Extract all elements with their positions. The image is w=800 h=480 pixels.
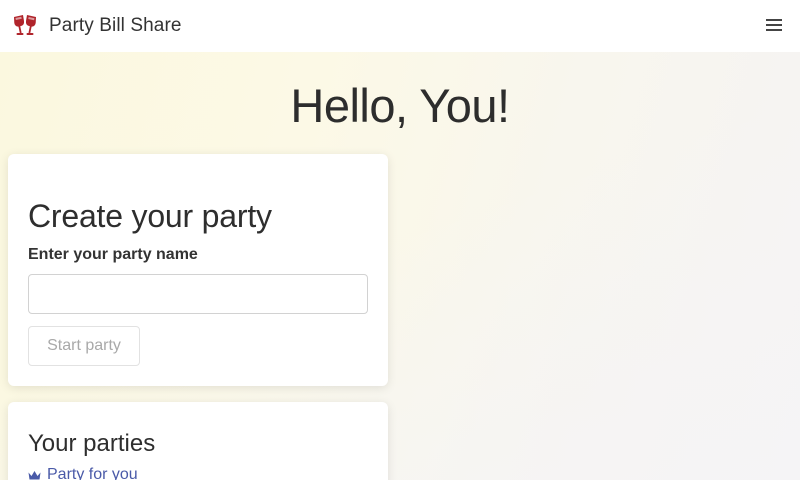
wine-glasses-icon bbox=[14, 15, 36, 35]
top-navbar: Party Bill Share bbox=[0, 0, 800, 52]
create-party-card: Create your party Enter your party name … bbox=[8, 154, 388, 386]
greeting-heading: Hello, You! bbox=[290, 79, 510, 132]
create-party-title: Create your party bbox=[28, 198, 272, 234]
party-list-item[interactable]: Party for you bbox=[28, 466, 138, 480]
your-parties-title: Your parties bbox=[28, 430, 156, 457]
your-parties-card: Your parties Party for you bbox=[8, 402, 388, 480]
hamburger-menu-icon[interactable] bbox=[766, 18, 782, 32]
party-name-input[interactable] bbox=[28, 274, 368, 314]
party-name-label: Enter your party name bbox=[28, 246, 198, 263]
hero-section: Hello, You! Create your party Enter your… bbox=[0, 52, 800, 480]
crown-icon bbox=[28, 470, 41, 479]
start-party-button[interactable]: Start party bbox=[28, 326, 140, 366]
brand-link[interactable]: Party Bill Share bbox=[12, 13, 182, 39]
app-title: Party Bill Share bbox=[49, 15, 182, 36]
party-link[interactable]: Party for you bbox=[47, 466, 138, 480]
